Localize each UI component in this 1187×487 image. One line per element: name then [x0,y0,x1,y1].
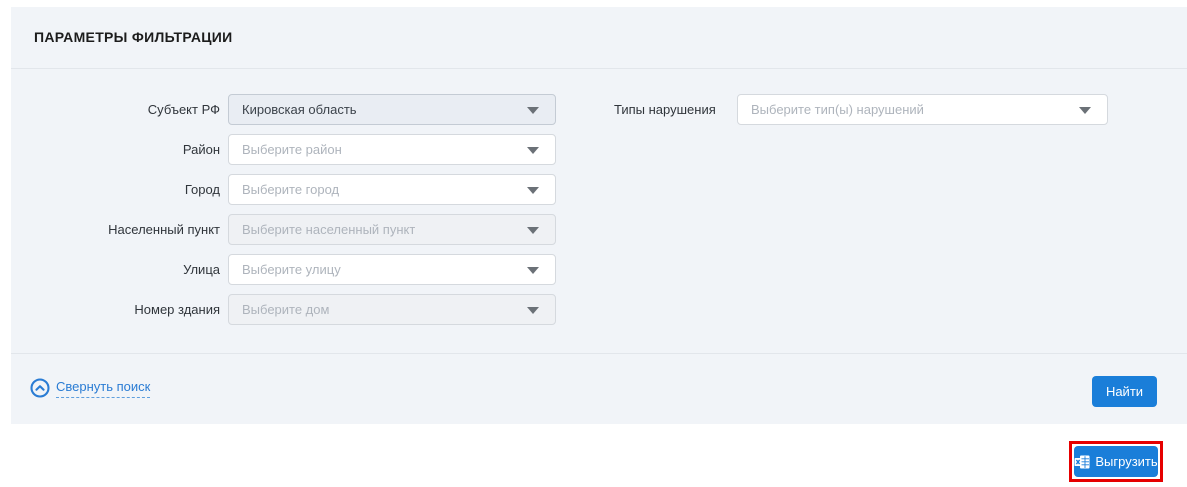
filter-row-settlement: Населенный пункт Выберите населенный пун… [11,214,571,245]
settlement-select[interactable]: Выберите населенный пункт [228,214,556,245]
filter-row-city: Город Выберите город [11,174,571,205]
export-button[interactable]: Выгрузить [1074,446,1158,477]
header-divider [11,68,1187,69]
chevron-down-icon [527,307,539,314]
street-select-placeholder: Выберите улицу [242,262,341,277]
find-button[interactable]: Найти [1092,376,1157,407]
chevron-down-icon [527,227,539,234]
building-select-placeholder: Выберите дом [242,302,329,317]
violation-types-select[interactable]: Выберите тип(ы) нарушений [737,94,1108,125]
street-label: Улица [11,254,220,285]
building-label: Номер здания [11,294,220,325]
district-label: Район [11,134,220,165]
collapse-search-link[interactable]: Свернуть поиск [30,378,150,398]
filter-panel: ПАРАМЕТРЫ ФИЛЬТРАЦИИ Субъект РФ Кировска… [11,7,1187,424]
panel-title: ПАРАМЕТРЫ ФИЛЬТРАЦИИ [34,29,232,45]
annotation-highlight-box: Выгрузить [1069,441,1163,482]
filter-row-district: Район Выберите район [11,134,571,165]
excel-icon [1074,455,1090,469]
filter-row-street: Улица Выберите улицу [11,254,571,285]
settlement-label: Населенный пункт [11,214,220,245]
city-label: Город [11,174,220,205]
chevron-down-icon [527,147,539,154]
collapse-search-label: Свернуть поиск [56,379,150,398]
district-select[interactable]: Выберите район [228,134,556,165]
chevron-down-icon [1079,107,1091,114]
building-select[interactable]: Выберите дом [228,294,556,325]
settlement-select-placeholder: Выберите населенный пункт [242,222,415,237]
violation-types-label: Типы нарушения [614,94,716,125]
page: ПАРАМЕТРЫ ФИЛЬТРАЦИИ Субъект РФ Кировска… [0,0,1187,487]
city-select-placeholder: Выберите город [242,182,339,197]
street-select[interactable]: Выберите улицу [228,254,556,285]
filter-row-violation-types: Типы нарушения Выберите тип(ы) нарушений [11,94,1187,125]
city-select[interactable]: Выберите город [228,174,556,205]
violation-types-select-placeholder: Выберите тип(ы) нарушений [751,102,924,117]
chevron-up-circle-icon [30,378,50,398]
filter-row-building: Номер здания Выберите дом [11,294,571,325]
export-button-label: Выгрузить [1095,454,1157,469]
chevron-down-icon [527,187,539,194]
footer-divider [11,353,1187,354]
chevron-down-icon [527,267,539,274]
district-select-placeholder: Выберите район [242,142,342,157]
